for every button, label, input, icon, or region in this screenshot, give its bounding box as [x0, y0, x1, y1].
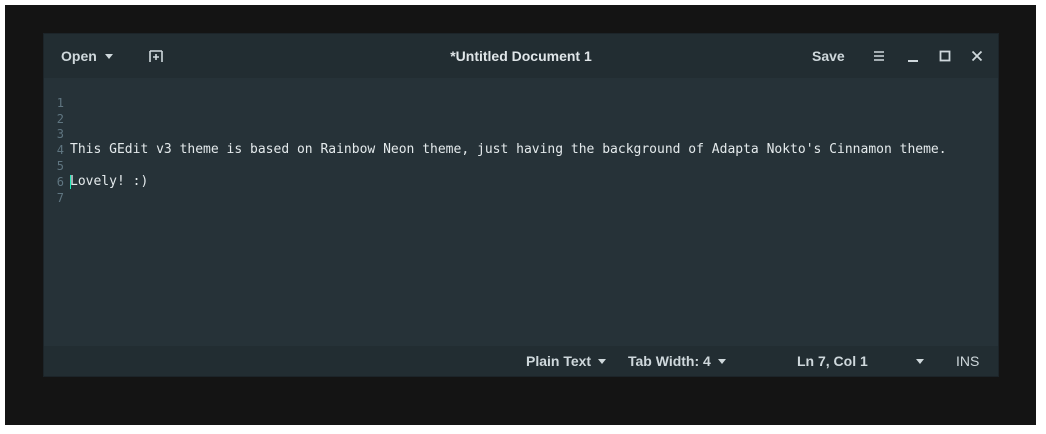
text-cursor [70, 175, 71, 189]
chevron-down-icon [916, 358, 924, 364]
new-tab-icon [148, 48, 164, 64]
minimize-button[interactable] [906, 34, 920, 78]
statusbar: Plain Text Tab Width: 4 Ln 7, Col 1 INS [44, 346, 998, 376]
menu-button[interactable] [872, 34, 886, 78]
go-to-line-button[interactable] [916, 346, 924, 376]
editor-line: 6 [44, 158, 998, 189]
editor-line: 1 [44, 79, 998, 110]
language-label: Plain Text [526, 353, 592, 369]
save-button[interactable]: Save [812, 34, 845, 78]
minimize-icon [906, 49, 920, 63]
close-button[interactable] [970, 34, 984, 78]
language-selector[interactable]: Plain Text [526, 346, 607, 376]
chevron-down-icon [717, 358, 726, 364]
cursor-position: Ln 7, Col 1 [797, 353, 868, 369]
chevron-down-icon [104, 53, 113, 59]
open-button[interactable]: Open [61, 34, 113, 78]
gedit-window: Open *Untitled Document 1 Save 1 2 3 Thi… [44, 34, 998, 376]
close-icon [970, 49, 984, 63]
open-button-label: Open [61, 48, 97, 64]
headerbar: Open *Untitled Document 1 Save [44, 34, 998, 78]
editor-line: 2 [44, 95, 998, 126]
tab-width-label: Tab Width: 4 [628, 353, 711, 369]
text-editor[interactable]: 1 2 3 This GEdit v3 theme is based on Ra… [44, 78, 998, 346]
editor-line: 4 [44, 126, 998, 157]
hamburger-menu-icon [872, 49, 886, 63]
chevron-down-icon [598, 358, 607, 364]
editor-line: 3 This GEdit v3 theme is based on Rainbo… [44, 110, 998, 157]
tab-width-selector[interactable]: Tab Width: 4 [628, 346, 726, 376]
line-number: 7 [56, 191, 64, 205]
overwrite-mode-indicator: INS [956, 353, 980, 369]
maximize-icon [938, 49, 952, 63]
editor-line: 5 Lovely! :) [44, 142, 998, 189]
editor-line: 7 [44, 174, 998, 205]
new-tab-button[interactable] [148, 34, 164, 78]
window-title: *Untitled Document 1 [450, 48, 592, 64]
maximize-button[interactable] [938, 34, 952, 78]
